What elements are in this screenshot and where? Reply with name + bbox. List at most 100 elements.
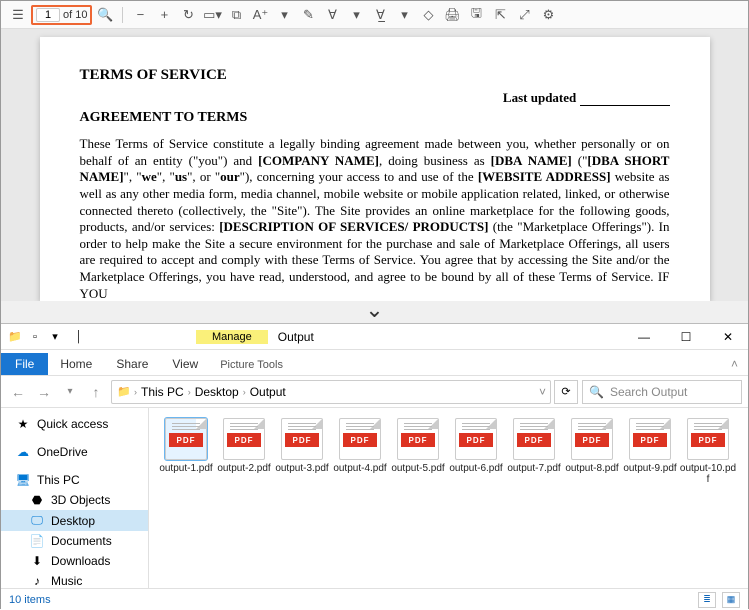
doc-body: These Terms of Service constitute a lega… [80, 136, 670, 301]
ribbon-share[interactable]: Share [104, 353, 160, 375]
chevron-icon[interactable]: › [134, 387, 137, 397]
export-icon[interactable]: ⇱ [489, 4, 511, 26]
file-item[interactable]: PDF output-6​.pdf [447, 418, 505, 485]
ribbon: File Home Share View Picture Tools ˄ [1, 350, 748, 376]
read-mode-icon[interactable]: ⧉ [225, 4, 247, 26]
pdf-icon: PDF [339, 418, 381, 460]
file-label: output-4​.pdf [333, 463, 386, 474]
view-icons-icon[interactable]: ▦ [722, 592, 740, 608]
search-input[interactable]: 🔍 Search Output [582, 380, 742, 404]
nav-quick-access[interactable]: ★Quick access [1, 414, 148, 434]
file-item[interactable]: PDF output-7​.pdf [505, 418, 563, 485]
file-label: output-6​.pdf [449, 463, 502, 474]
nav-back-icon[interactable]: ← [7, 381, 29, 403]
nav-pane: ★Quick access ☁OneDrive 🖥This PC ⬣3D Obj… [1, 408, 149, 588]
search-icon[interactable]: 🔍 [94, 4, 116, 26]
file-item[interactable]: PDF output-4​.pdf [331, 418, 389, 485]
eraser-icon[interactable]: ◇ [417, 4, 439, 26]
doc-title: TERMS OF SERVICE [80, 67, 670, 84]
zoom-out-icon[interactable]: − [129, 4, 151, 26]
file-label: output-7​.pdf [507, 463, 560, 474]
nav-3d-objects[interactable]: ⬣3D Objects [1, 490, 148, 510]
dropdown-3-icon[interactable]: ▾ [393, 4, 415, 26]
qa-check-icon[interactable]: ▫ [27, 329, 43, 345]
view-details-icon[interactable]: ≣ [698, 592, 716, 608]
file-label: output-3​.pdf [275, 463, 328, 474]
nav-downloads[interactable]: ⬇Downloads [1, 551, 148, 571]
pdf-icon: PDF [455, 418, 497, 460]
address-path[interactable]: 📁 › This PC › Desktop › Output ˅ [111, 380, 551, 404]
text-tool-icon[interactable]: A⁺ [249, 4, 271, 26]
nav-documents[interactable]: 📄Documents [1, 531, 148, 551]
chevron-icon[interactable]: › [243, 387, 246, 397]
pdf-icon: PDF [571, 418, 613, 460]
textbox-icon[interactable]: ✎ [297, 4, 319, 26]
chevron-icon[interactable]: › [188, 387, 191, 397]
page-counter-hilite: of 10 [31, 5, 92, 25]
doc-updated: Last updated [80, 90, 670, 106]
file-item[interactable]: PDF output-8​.pdf [563, 418, 621, 485]
file-label: output-5​.pdf [391, 463, 444, 474]
maximize-button[interactable]: ☐ [672, 327, 700, 347]
save-icon[interactable]: 🖫 [465, 4, 487, 26]
file-grid[interactable]: PDFoutput-1​.pdfPDFoutput-2​.pdfPDFoutpu… [149, 408, 748, 588]
dropdown-2-icon[interactable]: ▾ [345, 4, 367, 26]
refresh-icon[interactable]: ⟳ [554, 380, 578, 404]
ribbon-collapse-icon[interactable]: ˄ [721, 353, 748, 375]
file-label: output-8​.pdf [565, 463, 618, 474]
nav-music[interactable]: ♪Music [1, 571, 148, 588]
file-label: output-1​.pdf [159, 463, 212, 474]
rotate-icon[interactable]: ↻ [177, 4, 199, 26]
pdf-icon: PDF [687, 418, 729, 460]
pdf-viewer: ☰ of 10 🔍 − + ↻ ▭▾ ⧉ A⁺ ▾ ✎ ∀ ▾ ∀̲ ▾ ◇ 🖨… [1, 1, 748, 301]
nav-onedrive[interactable]: ☁OneDrive [1, 442, 148, 462]
print-icon[interactable]: 🖨 [441, 4, 463, 26]
settings-icon[interactable]: ⚙ [537, 4, 559, 26]
pdf-page: TERMS OF SERVICE Last updated AGREEMENT … [40, 37, 710, 301]
highlight-icon[interactable]: ∀ [321, 4, 343, 26]
file-label: output-9​.pdf [623, 463, 676, 474]
path-seg-output[interactable]: Output [248, 385, 288, 399]
path-seg-desktop[interactable]: Desktop [193, 385, 241, 399]
file-item[interactable]: PDFoutput-2​.pdf [215, 418, 273, 485]
close-button[interactable]: ✕ [714, 327, 742, 347]
file-item[interactable]: PDFoutput-5​.pdf [389, 418, 447, 485]
manage-tab[interactable]: Manage [196, 330, 268, 344]
explorer-titlebar: 📁 ▫ ▾ │ Manage Output — ☐ ✕ [1, 324, 748, 350]
nav-thispc[interactable]: 🖥This PC [1, 470, 148, 490]
sidebar-toggle-icon[interactable]: ☰ [7, 4, 29, 26]
qa-drop-icon[interactable]: ▾ [47, 329, 63, 345]
nav-desktop[interactable]: 🖵Desktop [1, 510, 148, 531]
minimize-button[interactable]: — [630, 327, 658, 347]
page-of-label: of 10 [63, 9, 87, 21]
status-bar: 10 items ≣ ▦ [1, 588, 748, 610]
doc-heading: AGREEMENT TO TERMS [80, 110, 670, 126]
page-number-input[interactable] [36, 8, 60, 22]
nav-fwd-icon[interactable]: → [33, 381, 55, 403]
pdf-icon: PDF [513, 418, 555, 460]
ribbon-picture-tools[interactable]: Picture Tools [210, 355, 293, 375]
dropdown-1-icon[interactable]: ▾ [273, 4, 295, 26]
path-seg-thispc[interactable]: This PC [139, 385, 186, 399]
ribbon-home[interactable]: Home [48, 353, 104, 375]
strike-icon[interactable]: ∀̲ [369, 4, 391, 26]
file-item[interactable]: PDF output-3​.pdf [273, 418, 331, 485]
pdf-canvas[interactable]: TERMS OF SERVICE Last updated AGREEMENT … [1, 29, 748, 301]
path-drop-icon[interactable]: ˅ [539, 385, 546, 399]
file-label: output-2​.pdf [217, 463, 270, 474]
search-placeholder: Search Output [610, 385, 687, 399]
ribbon-file[interactable]: File [1, 353, 48, 375]
file-item[interactable]: PDFoutput-1​.pdf [157, 418, 215, 485]
file-item[interactable]: PDFoutput-9​.pdf [621, 418, 679, 485]
nav-up-icon[interactable]: ↑ [85, 381, 107, 403]
search-icon: 🔍 [589, 385, 604, 399]
page-display-icon[interactable]: ▭▾ [201, 4, 223, 26]
ribbon-view[interactable]: View [160, 353, 210, 375]
fullscreen-icon[interactable]: ⤢ [513, 4, 535, 26]
address-bar: ← → ▾ ↑ 📁 › This PC › Desktop › Output ˅… [1, 376, 748, 408]
pdf-icon: PDF [281, 418, 323, 460]
expand-down-chevron-icon[interactable]: ⌄ [1, 301, 748, 323]
nav-history-icon[interactable]: ▾ [59, 381, 81, 403]
zoom-in-icon[interactable]: + [153, 4, 175, 26]
file-item[interactable]: PDFoutput-1​0.pdf [679, 418, 737, 485]
